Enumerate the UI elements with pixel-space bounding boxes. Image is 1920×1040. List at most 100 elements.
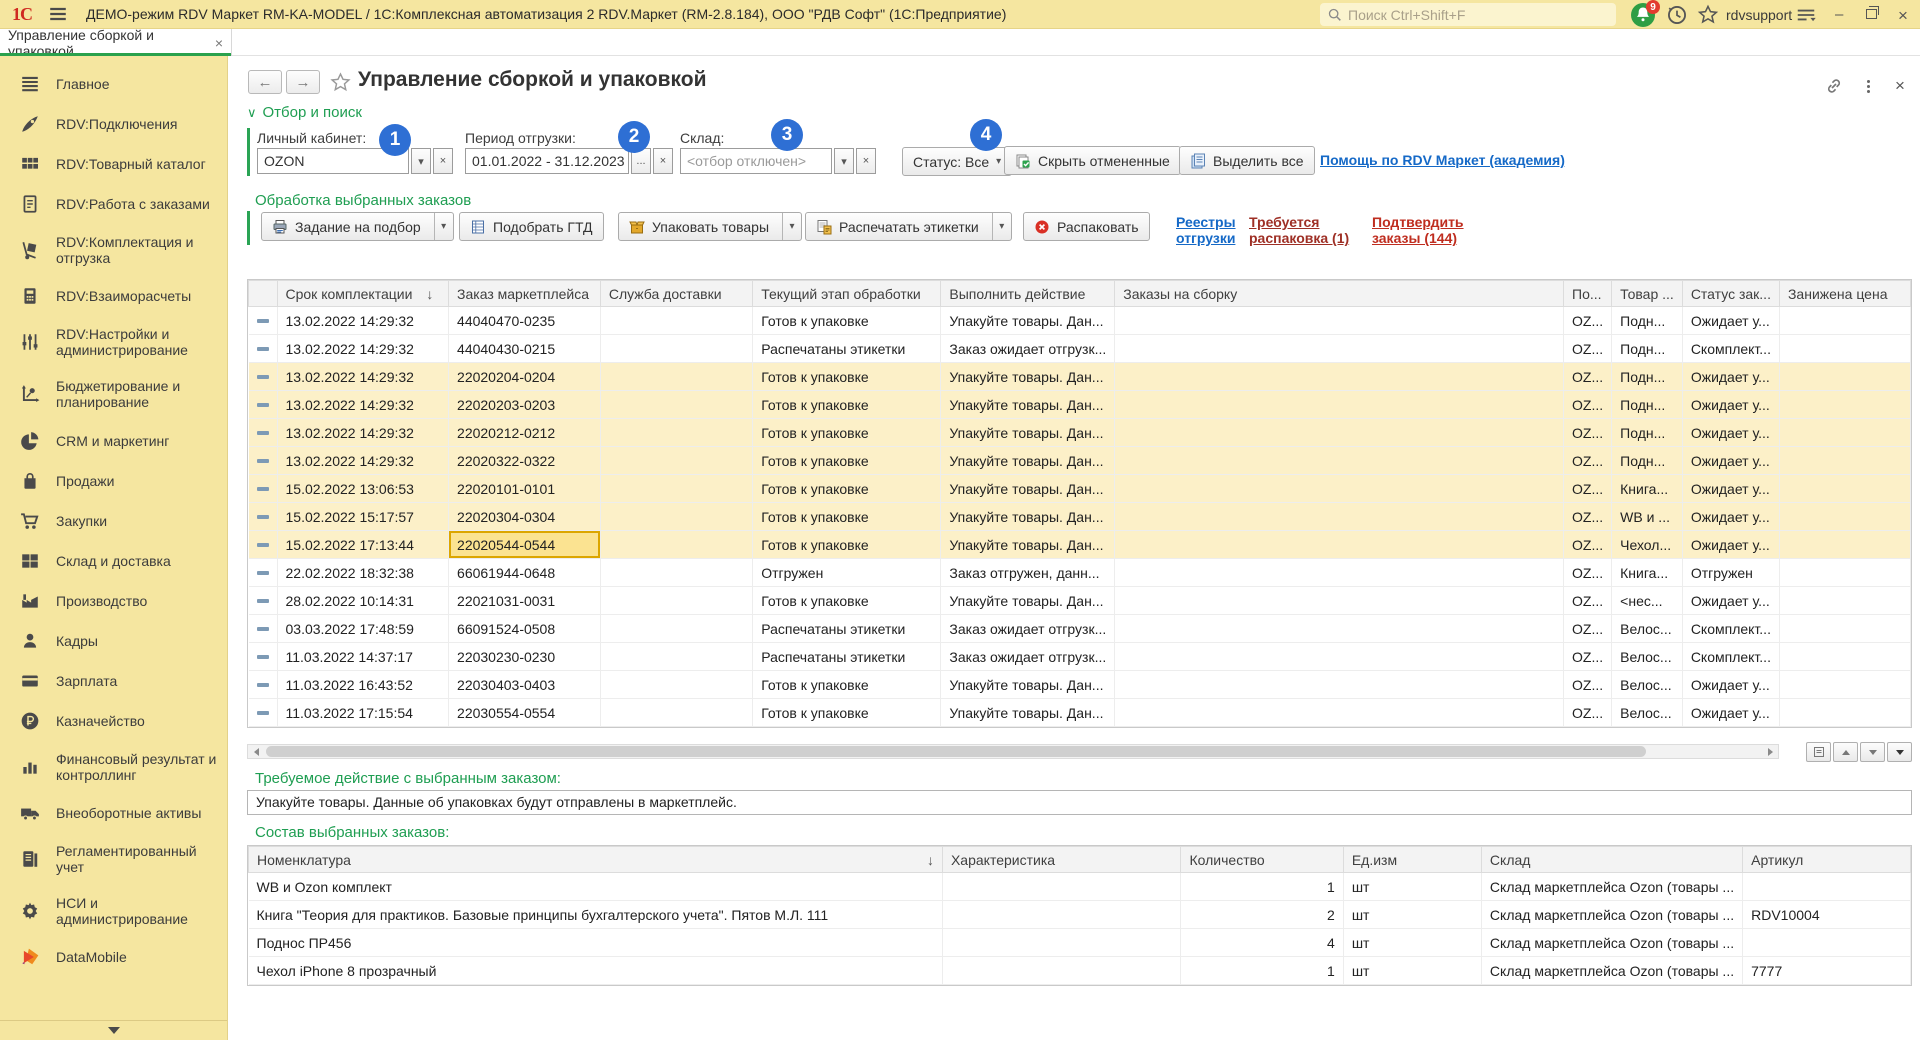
cell-order[interactable]: 22020204-0204 bbox=[449, 363, 601, 391]
order-row[interactable]: 15.02.2022 13:06:5322020101-0101Готов к … bbox=[249, 475, 1911, 503]
sidebar-item-9[interactable]: CRM и маркетинг bbox=[0, 421, 227, 461]
composition-row[interactable]: WB и Ozon комплект1штСклад маркетплейса … bbox=[249, 873, 1911, 901]
cell-status[interactable]: Отгружен bbox=[1682, 559, 1779, 587]
row-marker-cell[interactable] bbox=[249, 587, 278, 615]
cell-price[interactable] bbox=[1779, 559, 1910, 587]
row-marker-cell[interactable] bbox=[249, 615, 278, 643]
sidebar-item-11[interactable]: Закупки bbox=[0, 501, 227, 541]
scroll-right-button[interactable] bbox=[1762, 745, 1778, 758]
cell-status[interactable]: Ожидает у... bbox=[1682, 587, 1779, 615]
cell-stage[interactable]: Готов к упаковке bbox=[753, 671, 941, 699]
list-end-button[interactable] bbox=[1887, 742, 1912, 762]
cell-order[interactable]: 22030403-0403 bbox=[449, 671, 601, 699]
current-user[interactable]: rdvsupport bbox=[1726, 7, 1792, 23]
cell-qty[interactable]: 2 bbox=[1181, 901, 1343, 929]
cell-cabinet[interactable]: OZ... bbox=[1564, 307, 1612, 335]
sidebar-item-2[interactable]: RDV:Подключения bbox=[0, 104, 227, 144]
sidebar-item-21[interactable]: DataMobile bbox=[0, 937, 227, 977]
order-row[interactable]: 13.02.2022 14:29:3244040470-0235Готов к … bbox=[249, 307, 1911, 335]
cell-order[interactable]: 22020544-0544 bbox=[449, 531, 601, 559]
minimize-button[interactable]: – bbox=[1835, 6, 1843, 23]
unpack-button[interactable]: Распаковать bbox=[1023, 212, 1150, 241]
sidebar-item-5[interactable]: RDV:Комплектация и отгрузка bbox=[0, 224, 227, 276]
cell-stage[interactable]: Готов к упаковке bbox=[753, 503, 941, 531]
horizontal-scrollbar[interactable] bbox=[247, 744, 1779, 759]
warehouse-field[interactable]: <отбор отключен> bbox=[680, 148, 832, 174]
cell-action[interactable]: Заказ ожидает отгрузк... bbox=[941, 615, 1115, 643]
forward-button[interactable]: → bbox=[286, 70, 320, 94]
cell-product[interactable]: Велос... bbox=[1612, 643, 1683, 671]
cell-order[interactable]: 66091524-0508 bbox=[449, 615, 601, 643]
cell-cabinet[interactable]: OZ... bbox=[1564, 503, 1612, 531]
cell-product[interactable]: Подн... bbox=[1612, 335, 1683, 363]
favorites-star-icon[interactable] bbox=[1697, 4, 1719, 26]
cell-cabinet[interactable]: OZ... bbox=[1564, 363, 1612, 391]
order-row[interactable]: 13.02.2022 14:29:3222020322-0322Готов к … bbox=[249, 447, 1911, 475]
cell-stage[interactable]: Готов к упаковке bbox=[753, 587, 941, 615]
row-marker-cell[interactable] bbox=[249, 475, 278, 503]
sidebar-item-4[interactable]: RDV:Работа с заказами bbox=[0, 184, 227, 224]
cell-action[interactable]: Упакуйте товары. Дан... bbox=[941, 531, 1115, 559]
cell-order[interactable]: 22030554-0554 bbox=[449, 699, 601, 727]
order-row[interactable]: 13.02.2022 14:29:3222020204-0204Готов к … bbox=[249, 363, 1911, 391]
cell-action[interactable]: Упакуйте товары. Дан... bbox=[941, 307, 1115, 335]
cell-product[interactable]: Чехол... bbox=[1612, 531, 1683, 559]
warehouse-dropdown-button[interactable]: ▾ bbox=[834, 148, 854, 174]
functions-menu-icon[interactable] bbox=[1795, 4, 1817, 26]
cell-date[interactable]: 15.02.2022 15:17:57 bbox=[277, 503, 449, 531]
cell-cabinet[interactable]: OZ... bbox=[1564, 587, 1612, 615]
period-clear-button[interactable]: × bbox=[653, 148, 673, 174]
cell-order[interactable]: 44040470-0235 bbox=[449, 307, 601, 335]
cell-assembly[interactable] bbox=[1115, 363, 1564, 391]
row-marker-cell[interactable] bbox=[249, 699, 278, 727]
cell-date[interactable]: 22.02.2022 18:32:38 bbox=[277, 559, 449, 587]
cell-product[interactable]: Подн... bbox=[1612, 447, 1683, 475]
cell-product[interactable]: Подн... bbox=[1612, 391, 1683, 419]
cell-cabinet[interactable]: OZ... bbox=[1564, 643, 1612, 671]
close-window-button[interactable]: × bbox=[1898, 6, 1908, 26]
row-marker-cell[interactable] bbox=[249, 391, 278, 419]
column-header-product[interactable]: Товар ... bbox=[1612, 281, 1683, 307]
column-header-status[interactable]: Статус зак... bbox=[1682, 281, 1779, 307]
cell-date[interactable]: 13.02.2022 14:29:32 bbox=[277, 419, 449, 447]
cell-status[interactable]: Ожидает у... bbox=[1682, 671, 1779, 699]
column-header-price[interactable]: Занижена цена bbox=[1779, 281, 1910, 307]
cabinet-dropdown-button[interactable]: ▾ bbox=[411, 148, 431, 174]
sidebar-scroll-down-button[interactable] bbox=[0, 1020, 227, 1040]
cell-product[interactable]: Велос... bbox=[1612, 615, 1683, 643]
cell-assembly[interactable] bbox=[1115, 503, 1564, 531]
cell-cabinet[interactable]: OZ... bbox=[1564, 559, 1612, 587]
order-row[interactable]: 15.02.2022 17:13:4422020544-0544Готов к … bbox=[249, 531, 1911, 559]
sidebar-item-17[interactable]: Финансовый результат и контроллинг bbox=[0, 741, 227, 793]
cell-status[interactable]: Скомплект... bbox=[1682, 335, 1779, 363]
composition-row[interactable]: Книга "Теория для практиков. Базовые при… bbox=[249, 901, 1911, 929]
cell-status[interactable]: Ожидает у... bbox=[1682, 419, 1779, 447]
cell-order[interactable]: 22020322-0322 bbox=[449, 447, 601, 475]
composition-header-warehouse[interactable]: Склад bbox=[1481, 847, 1742, 873]
cell-unit[interactable]: шт bbox=[1343, 929, 1481, 957]
cell-stage[interactable]: Готов к упаковке bbox=[753, 363, 941, 391]
cell-product[interactable]: Велос... bbox=[1612, 671, 1683, 699]
cell-cabinet[interactable]: OZ... bbox=[1564, 699, 1612, 727]
cell-name[interactable]: Чехол iPhone 8 прозрачный bbox=[249, 957, 943, 985]
cell-status[interactable]: Ожидает у... bbox=[1682, 307, 1779, 335]
cell-assembly[interactable] bbox=[1115, 615, 1564, 643]
cell-assembly[interactable] bbox=[1115, 559, 1564, 587]
row-marker-cell[interactable] bbox=[249, 671, 278, 699]
pack-goods-button[interactable]: Упаковать товары ▾ bbox=[618, 212, 802, 241]
select-all-button[interactable]: Выделить все bbox=[1179, 146, 1315, 175]
cell-article[interactable] bbox=[1743, 873, 1911, 901]
pack-goods-dropdown[interactable]: ▾ bbox=[782, 213, 801, 240]
cell-delivery[interactable] bbox=[600, 643, 752, 671]
cell-order[interactable]: 22030230-0230 bbox=[449, 643, 601, 671]
column-header-date[interactable]: Срок комплектации↓ bbox=[277, 281, 449, 307]
order-row[interactable]: 03.03.2022 17:48:5966091524-0508Распечат… bbox=[249, 615, 1911, 643]
cell-unit[interactable]: шт bbox=[1343, 901, 1481, 929]
cell-unit[interactable]: шт bbox=[1343, 957, 1481, 985]
main-menu-icon[interactable] bbox=[48, 4, 68, 24]
cell-unit[interactable]: шт bbox=[1343, 873, 1481, 901]
composition-row[interactable]: Поднос ПР4564штСклад маркетплейса Ozon (… bbox=[249, 929, 1911, 957]
restore-window-button[interactable] bbox=[1866, 9, 1877, 19]
cell-stage[interactable]: Отгружен bbox=[753, 559, 941, 587]
cell-delivery[interactable] bbox=[600, 419, 752, 447]
